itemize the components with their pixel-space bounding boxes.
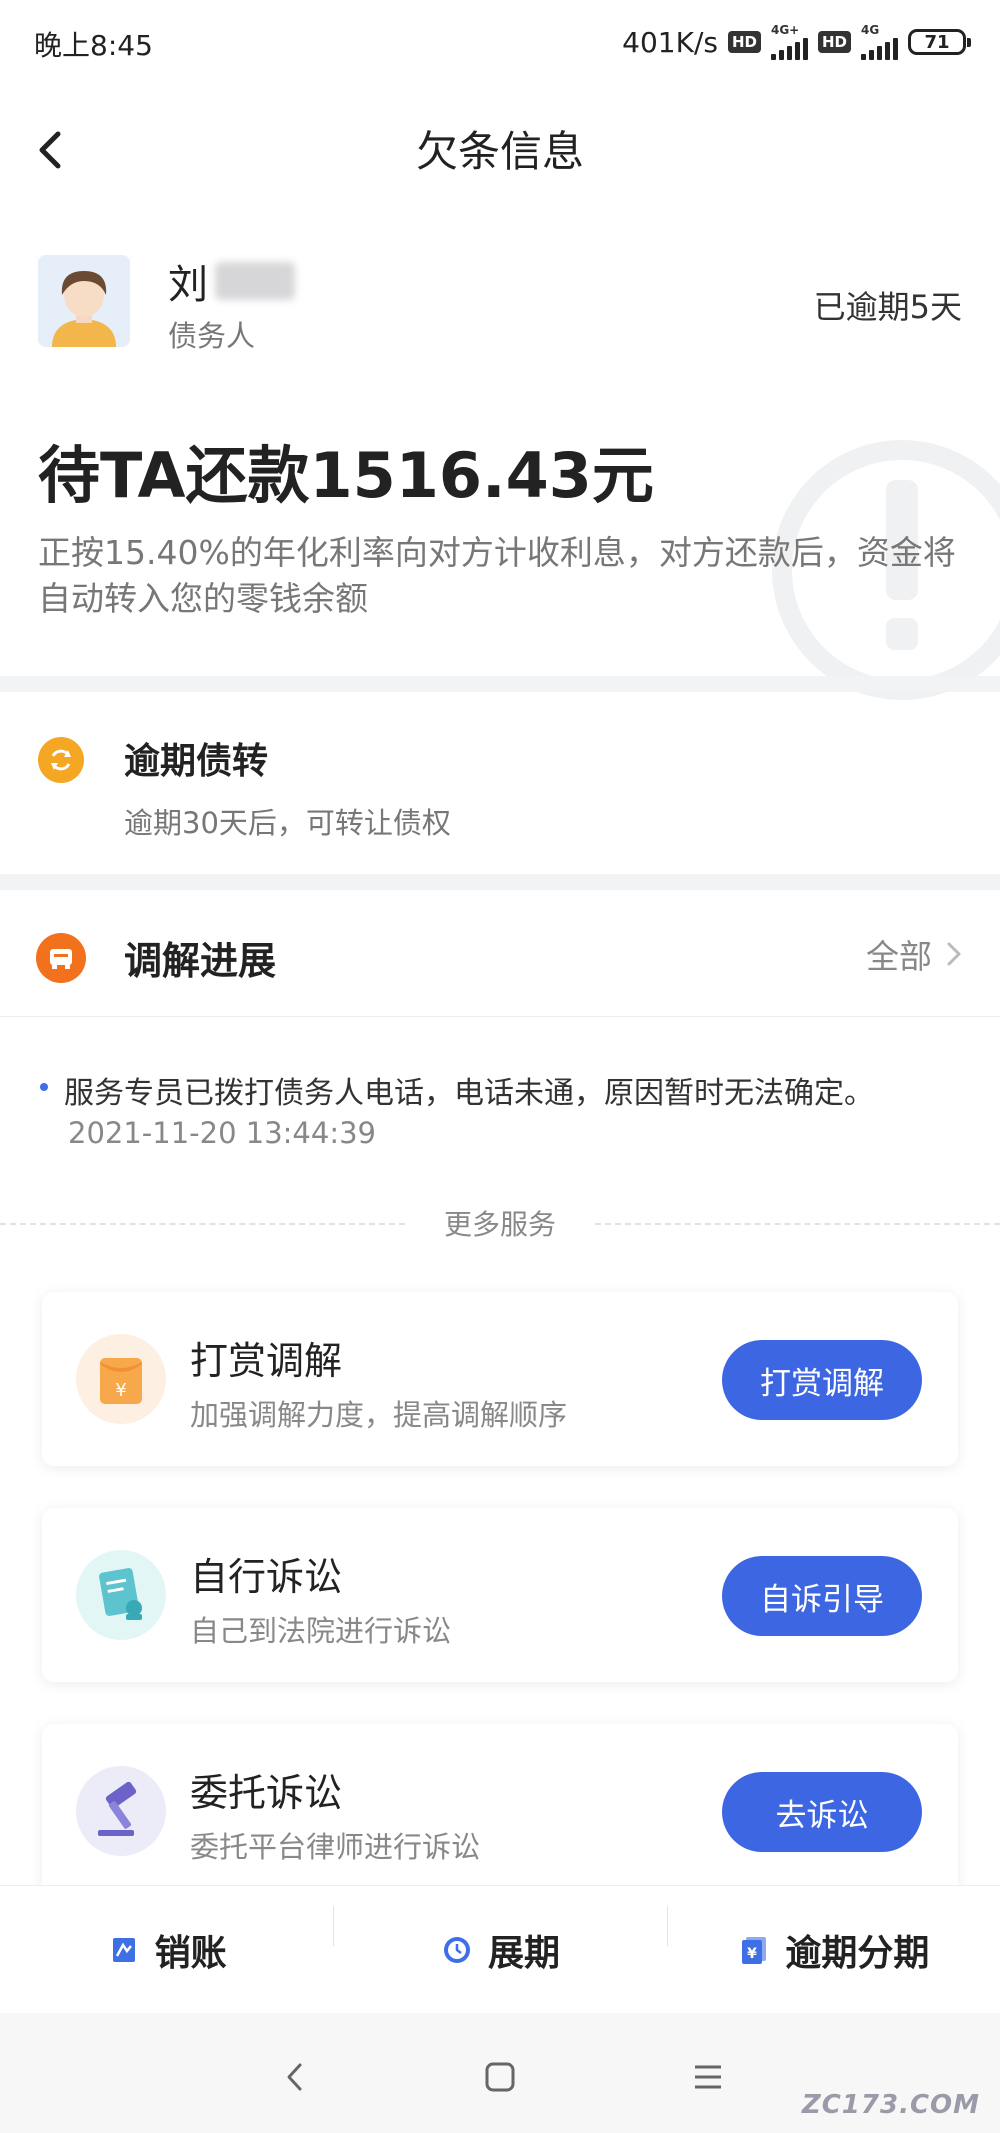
installment-label: 逾期分期: [785, 1933, 930, 1974]
nav-back-icon: [287, 2063, 302, 2091]
write-off-action[interactable]: 销账: [0, 1924, 333, 1976]
nav-home-icon: [485, 2062, 515, 2092]
write-off-icon: [107, 1933, 141, 1967]
service-desc: 加强调解力度，提高调解顺序: [190, 1398, 568, 1432]
debtor-name: 刘: [168, 262, 208, 308]
hd-badge-2: HD: [817, 31, 851, 53]
extension-label: 展期: [487, 1933, 560, 1974]
net-type-label-2: 4G: [861, 23, 880, 37]
net-type-label: 4G+: [770, 23, 800, 37]
reward-envelope-icon: ¥: [76, 1334, 166, 1424]
mediation-title: 调解进展: [124, 939, 277, 983]
status-indicators: 401K/s HD 4G+ HD 4G 71: [622, 22, 971, 62]
self-litigation-guide-button[interactable]: 自诉引导: [722, 1556, 922, 1636]
installment-icon: ¥: [737, 1933, 771, 1967]
service-card-reward: ¥ 打赏调解 加强调解力度，提高调解顺序 打赏调解: [42, 1292, 958, 1466]
debtor-role: 债务人: [168, 319, 256, 353]
signal-bars-icon: [770, 36, 808, 60]
refresh-icon: [38, 737, 84, 783]
service-card-self-litigation: 自行诉讼 自己到法院进行诉讼 自诉引导: [42, 1508, 958, 1682]
status-bar: 晚上8:45 401K/s HD 4G+ HD 4G 71: [0, 0, 1000, 88]
write-off-label: 销账: [154, 1933, 227, 1974]
debt-transfer-desc: 逾期30天后，可转让债权: [124, 806, 451, 840]
nav-menu-icon: [695, 2065, 721, 2089]
svg-text:¥: ¥: [115, 1380, 126, 1401]
section-divider: [0, 874, 1000, 890]
debt-transfer-title: 逾期债转: [124, 741, 269, 782]
pending-amount: 待TA还款1516.43元: [38, 439, 654, 512]
mediation-record-time: 2021-11-20 13:44:39: [68, 1116, 376, 1150]
service-desc: 自己到法院进行诉讼: [190, 1614, 452, 1648]
interest-description: 正按15.40%的年化利率向对方计收利息，对方还款后，资金将自动转入您的零钱余额: [38, 533, 956, 618]
hd-badge: HD: [727, 31, 761, 53]
avatar: [38, 255, 130, 347]
nav-menu-button[interactable]: [692, 2061, 724, 2093]
chevron-right-icon: [947, 942, 961, 966]
extension-clock-icon: [440, 1933, 474, 1967]
nav-home-button[interactable]: [484, 2061, 516, 2093]
name-redaction: [215, 262, 295, 300]
service-title: 委托诉讼: [190, 1771, 343, 1815]
timeline-dot: [40, 1083, 48, 1091]
divider: [0, 1016, 1000, 1017]
signal-bars-icon-2: [861, 36, 898, 60]
more-services-label: 更多服务: [443, 1208, 556, 1241]
mediation-record: 服务专员已拨打债务人电话，电话未通，原因暂时无法确定。: [64, 1076, 874, 1111]
signal-1: 4G+: [770, 23, 808, 60]
svg-text:¥: ¥: [747, 1946, 757, 1962]
service-desc: 委托平台律师进行诉讼: [190, 1830, 481, 1864]
section-divider: [0, 676, 1000, 692]
mediation-icon: [36, 933, 86, 983]
person-avatar-icon: [38, 255, 130, 347]
overdue-status: 已逾期5天: [813, 288, 962, 326]
installment-action[interactable]: ¥ 逾期分期: [666, 1906, 1000, 1976]
view-all-link[interactable]: 全部: [866, 930, 962, 978]
watermark: ZC173.COM: [801, 2090, 980, 2120]
reward-mediation-button[interactable]: 打赏调解: [722, 1340, 922, 1420]
service-title: 打赏调解: [190, 1339, 343, 1383]
status-time: 晚上8:45: [34, 29, 153, 62]
page-title: 欠条信息: [415, 127, 584, 176]
go-litigation-button[interactable]: 去诉讼: [722, 1772, 922, 1852]
nav-back-button[interactable]: [280, 2057, 310, 2097]
extension-action[interactable]: 展期: [333, 1906, 666, 1976]
battery-icon: 71: [908, 29, 971, 55]
network-speed: 401K/s: [622, 25, 718, 59]
view-all-label: 全部: [866, 937, 932, 976]
bottom-action-bar: 销账 展期 ¥ 逾期分期: [0, 1885, 1000, 2014]
service-title: 自行诉讼: [190, 1555, 343, 1599]
gavel-icon: [76, 1766, 166, 1856]
service-card-entrusted-litigation: 委托诉讼 委托平台律师进行诉讼 去诉讼: [42, 1724, 958, 1898]
document-stamp-icon: [76, 1550, 166, 1640]
signal-2: 4G: [861, 24, 898, 60]
